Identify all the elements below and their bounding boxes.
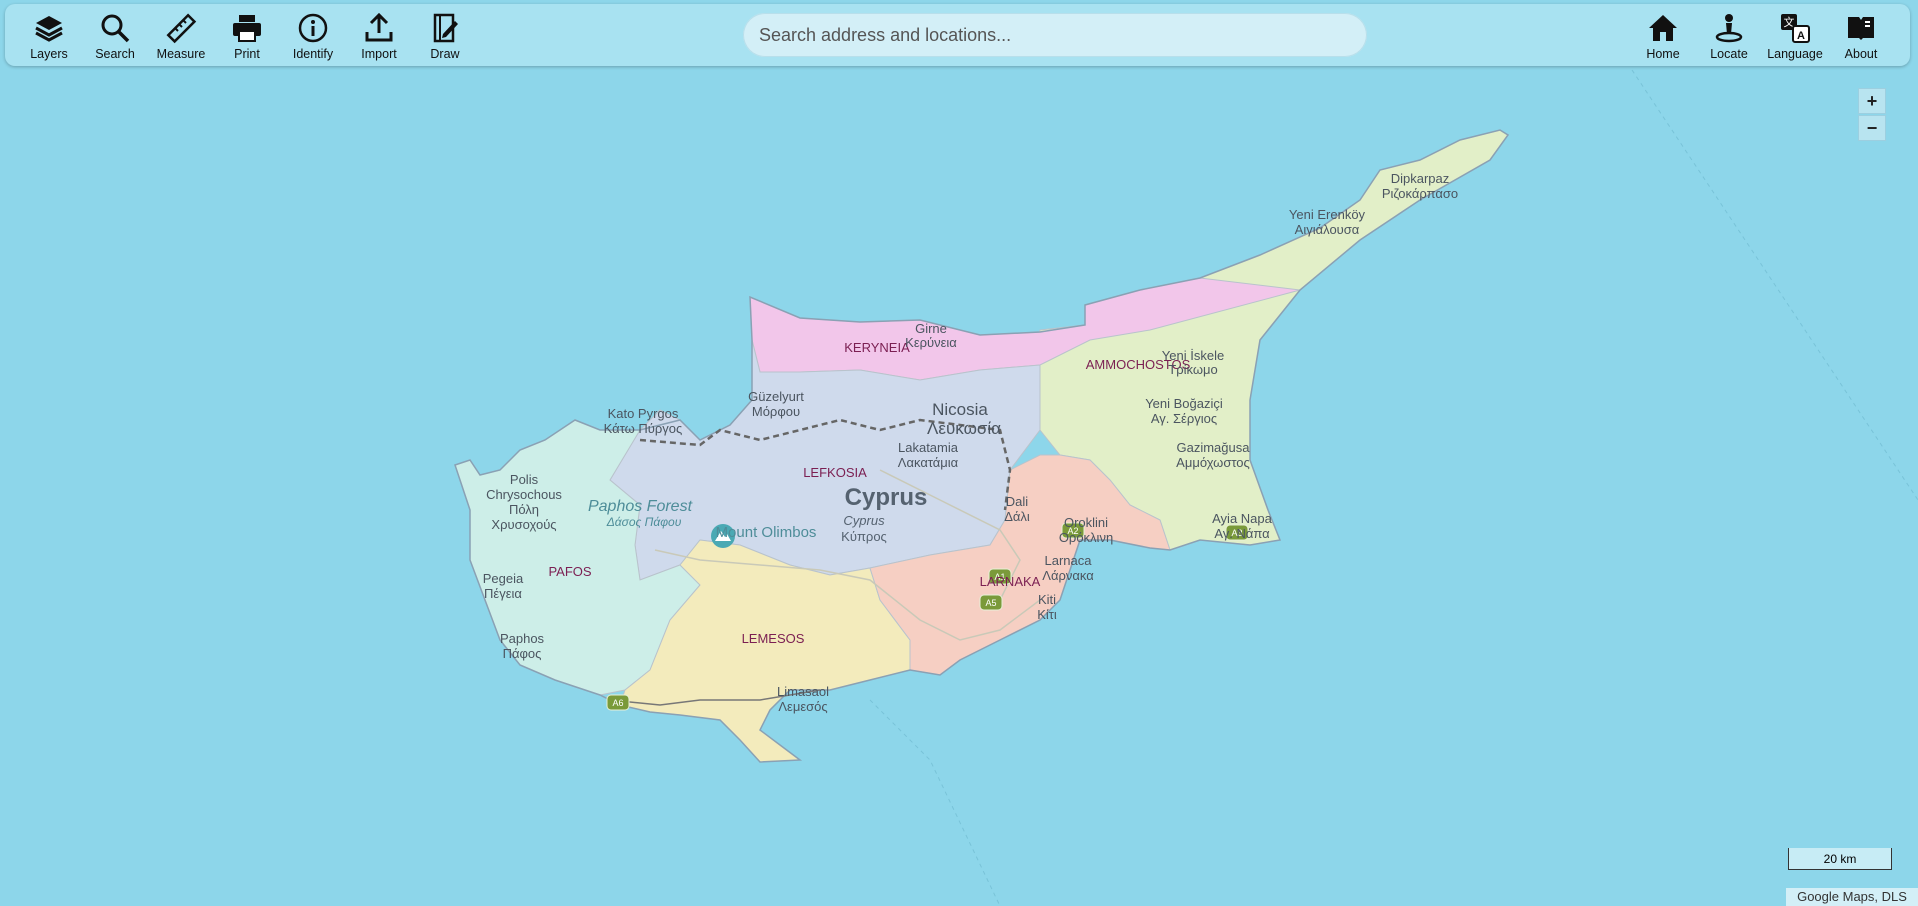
place-label-limasaol-greek: Λεμεσός [778,699,827,714]
place-label-paphos: Paphos [500,631,545,646]
feature-label-mount-olimbos: Mount Olimbos [716,524,817,541]
feature-label-paphos-forest: Paphos Forest [588,498,693,515]
print-label: Print [234,47,260,61]
place-label-girne-greek: Κερύνεια [905,335,957,350]
place-label-yeni-iskele: Yeni İskele [1162,348,1224,363]
layers-label: Layers [30,47,68,61]
zoom-out-button[interactable]: − [1858,115,1886,141]
place-label-kiti: Kiti [1038,592,1056,607]
place-label-yeni-iskele-greek: Τρίκωμο [1168,362,1217,377]
locate-label: Locate [1710,47,1748,61]
layers-icon [35,16,63,42]
layers-button[interactable]: Layers [16,4,82,66]
place-label-paphos-greek: Πάφος [503,646,542,661]
search-input[interactable] [743,13,1367,57]
place-label-nicosia-greek: Λευκωσία [927,419,1001,438]
draw-label: Draw [430,47,460,61]
search-button[interactable]: Search [82,4,148,66]
search-icon [101,14,130,43]
place-label-chrysochous-greek: Χρυσοχούς [491,517,556,532]
road-shield-a5: A5 [979,594,1003,611]
place-label-oroklini-greek: Ορόκλινη [1059,530,1113,545]
upload-icon [365,12,393,42]
import-button[interactable]: Import [346,4,412,66]
place-label-gazimagusa-greek: Αμμόχωστος [1176,455,1250,470]
place-label-dali-greek: Δάλι [1004,509,1030,524]
district-label-lefkosia: LEFKOSIA [803,465,867,480]
place-label-lakatamia-greek: Λακατάμια [898,455,959,470]
about-button[interactable]: About [1828,4,1894,66]
place-label-yeni-erenkoy-greek: Αιγιάλουσα [1295,222,1360,237]
place-label-larnaca: Larnaca [1045,553,1093,568]
top-toolbar: Layers Search Measure Print Identify Imp… [5,4,1910,66]
language-button[interactable]: 文A Language [1762,4,1828,66]
place-label-limasaol: Limasaol [777,684,829,699]
place-label-oroklini: Oroklini [1064,515,1108,530]
ruler-icon [166,13,197,44]
svg-text:A: A [1797,30,1805,42]
place-label-pegeia: Pegeia [483,571,524,586]
place-label-dali: Dali [1006,494,1029,509]
language-label: Language [1767,47,1823,61]
district-label-lemesos: LEMESOS [742,631,805,646]
search-label: Search [95,47,135,61]
import-label: Import [361,47,397,61]
district-label-pafos: PAFOS [548,564,591,579]
svg-text:A6: A6 [612,698,623,708]
country-label-local: Κύπρος [841,529,887,544]
place-label-ayia-napa: Ayia Napa [1212,511,1273,526]
district-label-larnaka: LARNAKA [980,574,1041,589]
place-label-guzelyurt: Güzelyurt [748,389,804,404]
home-button[interactable]: Home [1630,4,1696,66]
info-icon [298,13,328,43]
district-label-keryneia: KERYNEIA [844,340,910,355]
place-label-ayia-napa-greek: Αγ. Νάπα [1214,526,1270,541]
measure-button[interactable]: Measure [148,4,214,66]
place-label-lakatamia: Lakatamia [898,440,959,455]
place-label-larnaca-greek: Λάρνακα [1042,568,1094,583]
place-label-girne: Girne [915,321,947,336]
printer-icon [233,15,261,42]
country-label-italic: Cyprus [843,513,885,528]
identify-label: Identify [292,47,334,61]
road-shield-a6: A6 [606,694,630,711]
place-label-yeni-bogazici-greek: Αγ. Σέργιος [1151,411,1217,426]
home-icon [1649,15,1677,41]
scale-bar: 20 km [1788,848,1892,870]
place-label-yeni-erenkoy: Yeni Erenköy [1289,207,1366,222]
translate-icon: 文A [1781,14,1810,43]
locate-button[interactable]: Locate [1696,4,1762,66]
place-label-kato-pyrgos: Kato Pyrgos [608,406,679,421]
place-label-yeni-bogazici: Yeni Boğaziçi [1145,396,1223,411]
measure-label: Measure [156,47,206,61]
home-label: Home [1646,47,1680,61]
map-canvas[interactable]: A1A2 A3A5A6 KERYNEIA AMMOCHOSTOS LEFKOSIA… [0,0,1918,906]
svg-text:A5: A5 [985,598,996,608]
search-bar [743,13,1367,57]
print-button[interactable]: Print [214,4,280,66]
place-label-kato-pyrgos-greek: Κάτω Πύργος [604,421,683,436]
map-attribution: Google Maps, DLS [1786,888,1918,906]
about-label: About [1844,47,1878,61]
place-label-gazimagusa: Gazimağusa [1177,440,1251,455]
book-icon [1848,17,1874,40]
draw-icon [433,13,458,43]
zoom-in-button[interactable]: + [1858,88,1886,114]
place-label-guzelyurt-greek: Μόρφου [752,404,800,419]
feature-label-paphos-forest-greek: Δάσος Πάφου [606,515,682,529]
country-label: Cyprus [845,484,928,511]
place-label-pegeia-greek: Πέγεια [484,586,522,601]
locate-icon [1715,14,1743,43]
draw-button[interactable]: Draw [412,4,478,66]
place-label-dipkarpaz: Dipkarpaz [1391,171,1450,186]
place-label-kiti-greek: Κίτι [1037,607,1057,622]
place-label-dipkarpaz-greek: Ριζοκάρπασο [1382,186,1458,201]
place-label-polis: Polis [510,472,539,487]
identify-button[interactable]: Identify [280,4,346,66]
place-label-polis-greek: Πόλη [509,502,539,517]
place-label-chrysochous: Chrysochous [486,487,562,502]
place-label-nicosia: Nicosia [932,400,988,419]
